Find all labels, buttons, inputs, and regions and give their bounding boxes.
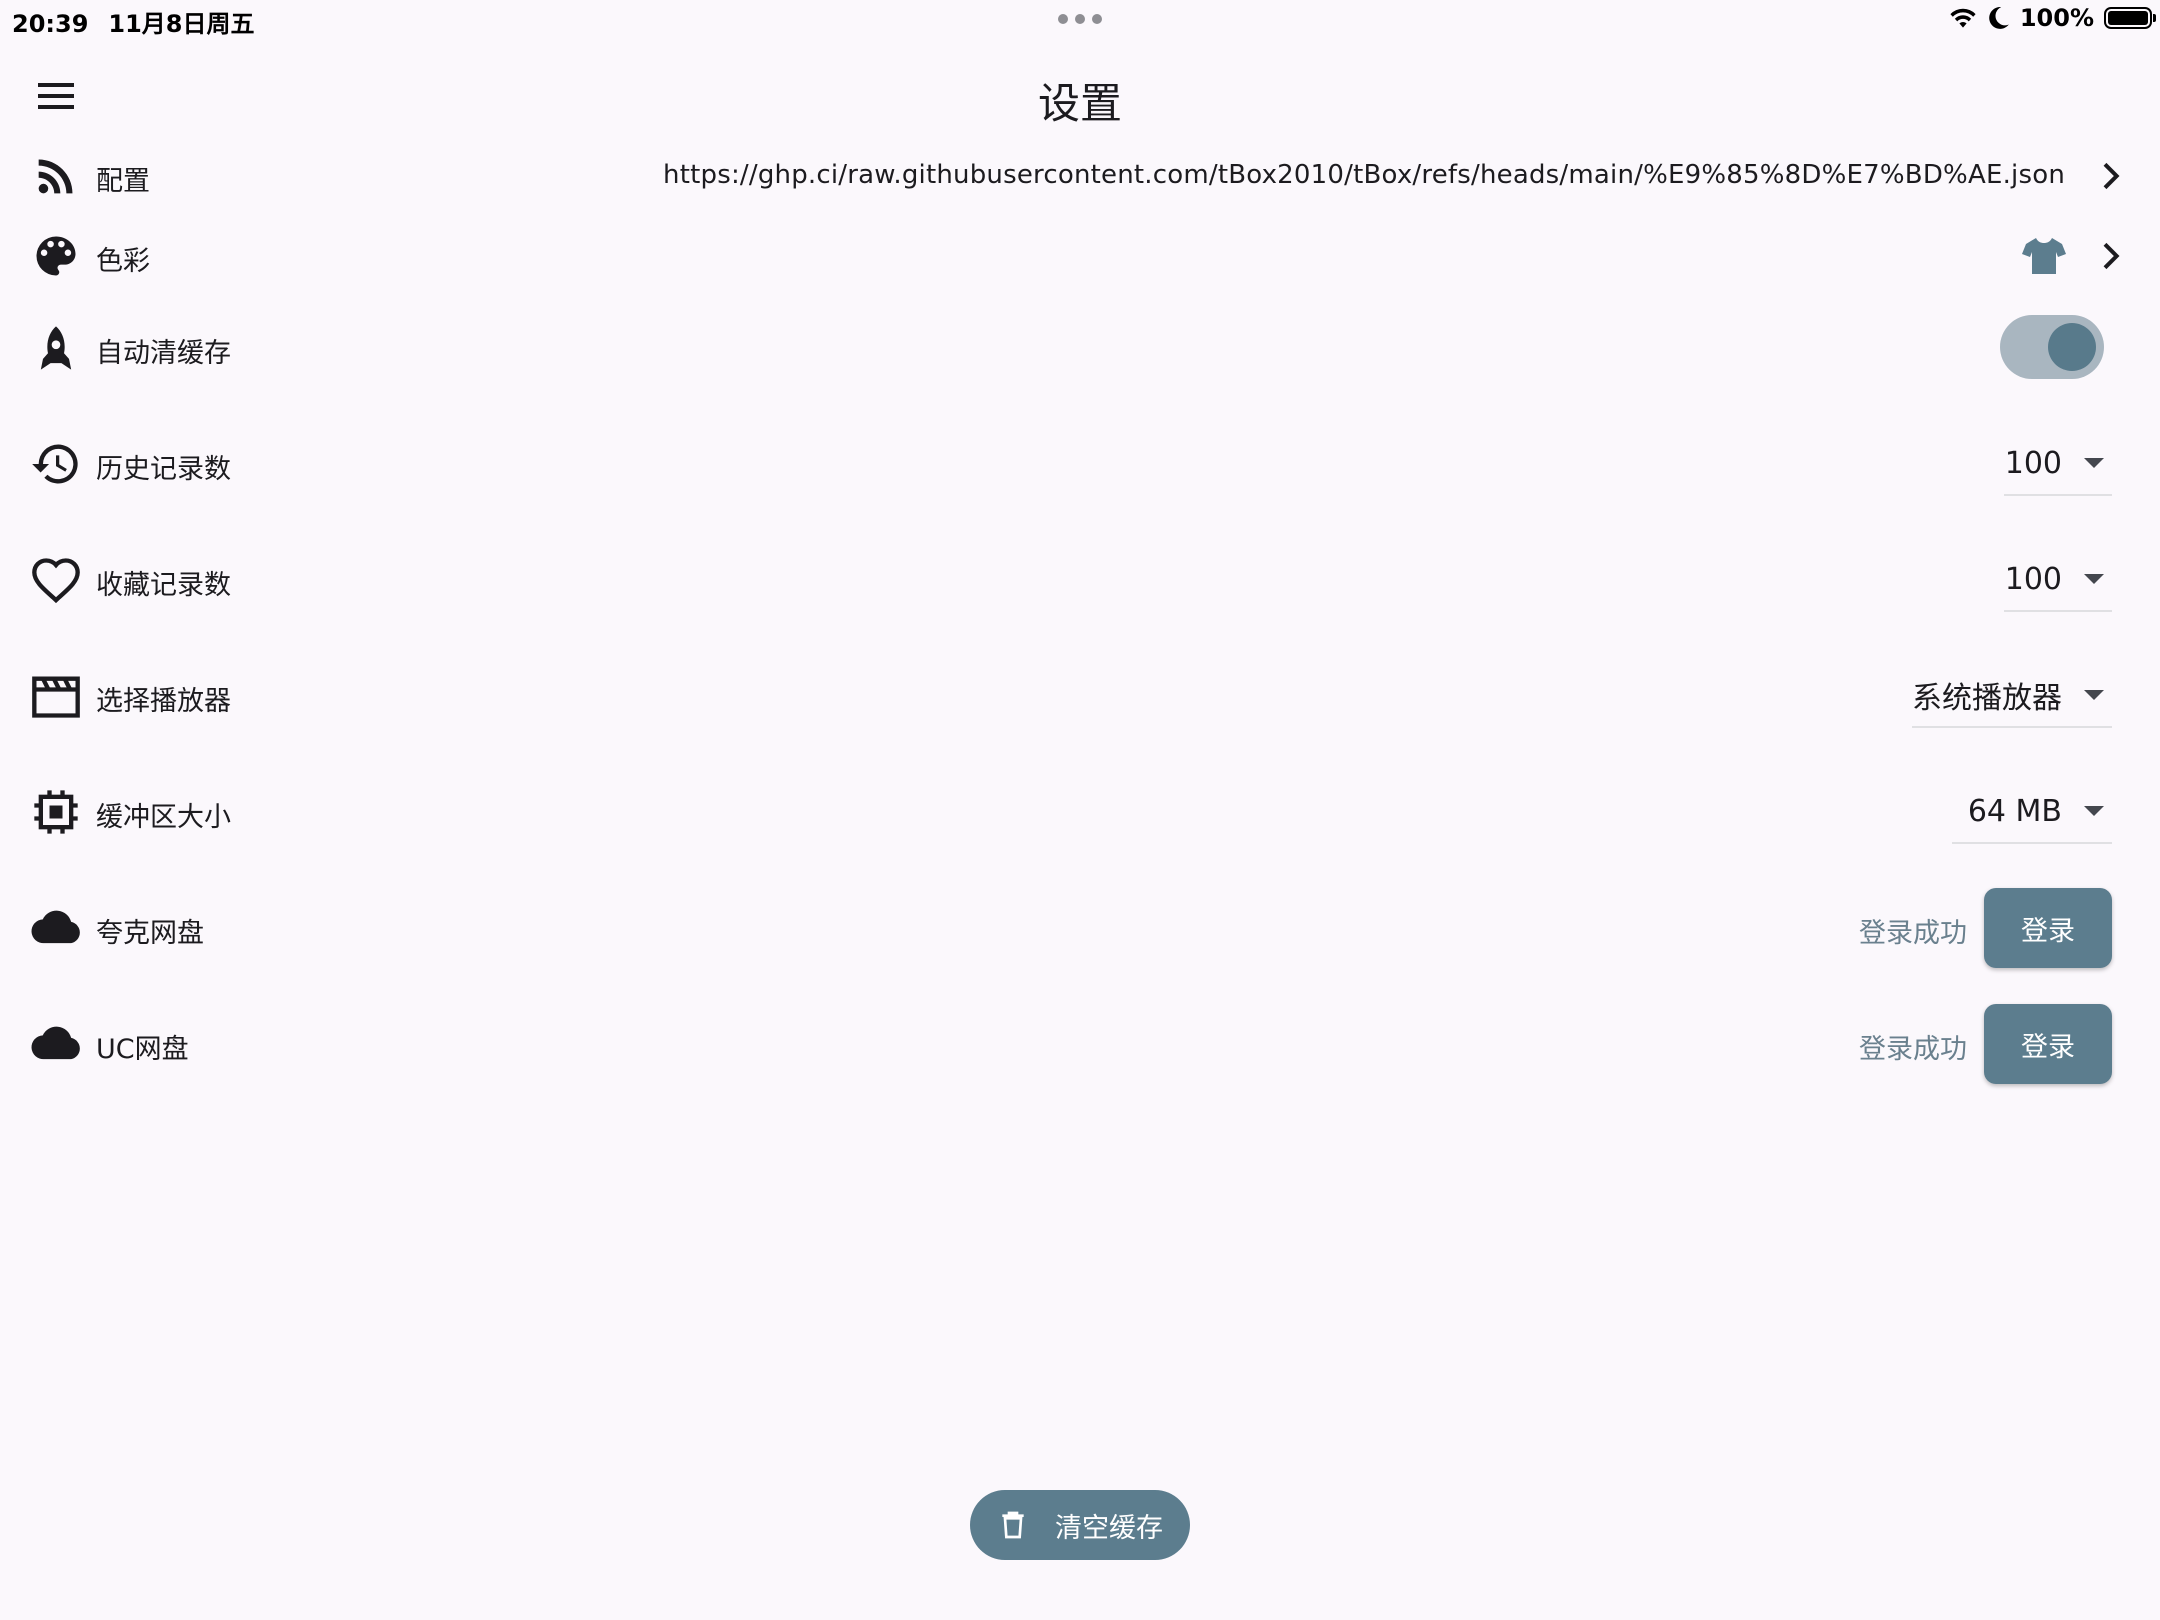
status-bar-right: 100%: [1948, 4, 2156, 32]
quark-login-status: 登录成功: [1859, 918, 1967, 949]
history-icon: [30, 438, 82, 490]
favorite-count-value: 100: [2004, 561, 2062, 597]
auto-clear-label: 自动清缓存: [96, 338, 231, 369]
clear-cache-button[interactable]: 清空缓存: [970, 1490, 1190, 1560]
page-title: 设置: [1037, 79, 1122, 128]
toggle-knob: [2048, 323, 2096, 371]
rss-feed-icon: [30, 150, 82, 202]
tshirt-icon[interactable]: [2020, 234, 2068, 278]
palette-icon: [30, 230, 82, 282]
multitasking-dots[interactable]: [1058, 14, 1102, 24]
chevron-right-icon[interactable]: [2090, 236, 2130, 276]
clear-cache-label: 清空缓存: [1055, 1512, 1163, 1544]
status-time: 20:39: [12, 10, 89, 38]
uc-login-status: 登录成功: [1859, 1034, 1967, 1065]
trash-icon: [1002, 1511, 1024, 1539]
wifi-icon: [1950, 8, 1976, 28]
uc-label: UC网盘: [96, 1034, 189, 1065]
quark-login-button[interactable]: 登录: [1984, 888, 2112, 968]
moon-icon: [1989, 7, 2009, 29]
auto-clear-toggle[interactable]: [2000, 315, 2104, 379]
config-url[interactable]: https://ghp.ci/raw.githubusercontent.com…: [663, 160, 2065, 190]
dropdown-arrow-icon: [2084, 458, 2104, 468]
player-dropdown[interactable]: 系统播放器: [1912, 664, 2112, 728]
dropdown-arrow-icon: [2084, 574, 2104, 584]
memory-chip-icon: [30, 786, 82, 838]
status-bar-left: 20:39 11月8日周五: [12, 4, 255, 39]
config-label: 配置: [96, 166, 150, 197]
cloud-icon: [30, 1018, 82, 1070]
favorite-count-dropdown[interactable]: 100: [2004, 548, 2112, 612]
dropdown-arrow-icon: [2084, 806, 2104, 816]
player-value: 系统播放器: [1912, 681, 2062, 716]
heart-icon: [30, 554, 82, 606]
history-count-value: 100: [2004, 445, 2062, 481]
status-date: 11月8日周五: [108, 10, 255, 38]
movie-icon: [30, 670, 82, 722]
cloud-icon: [30, 902, 82, 954]
buffer-size-label: 缓冲区大小: [96, 802, 231, 833]
favorite-count-label: 收藏记录数: [96, 570, 231, 601]
battery-icon: [2104, 7, 2156, 29]
player-label: 选择播放器: [96, 686, 231, 717]
color-label: 色彩: [96, 246, 150, 277]
uc-login-button[interactable]: 登录: [1984, 1004, 2112, 1084]
battery-percent: 100%: [2019, 4, 2094, 32]
history-count-dropdown[interactable]: 100: [2004, 432, 2112, 496]
dropdown-arrow-icon: [2084, 690, 2104, 700]
quark-label: 夸克网盘: [96, 918, 204, 949]
chevron-right-icon[interactable]: [2090, 156, 2130, 196]
buffer-size-value: 64 MB: [1967, 793, 2062, 829]
history-count-label: 历史记录数: [96, 454, 231, 485]
rocket-icon: [30, 322, 82, 374]
buffer-size-dropdown[interactable]: 64 MB: [1952, 780, 2112, 844]
